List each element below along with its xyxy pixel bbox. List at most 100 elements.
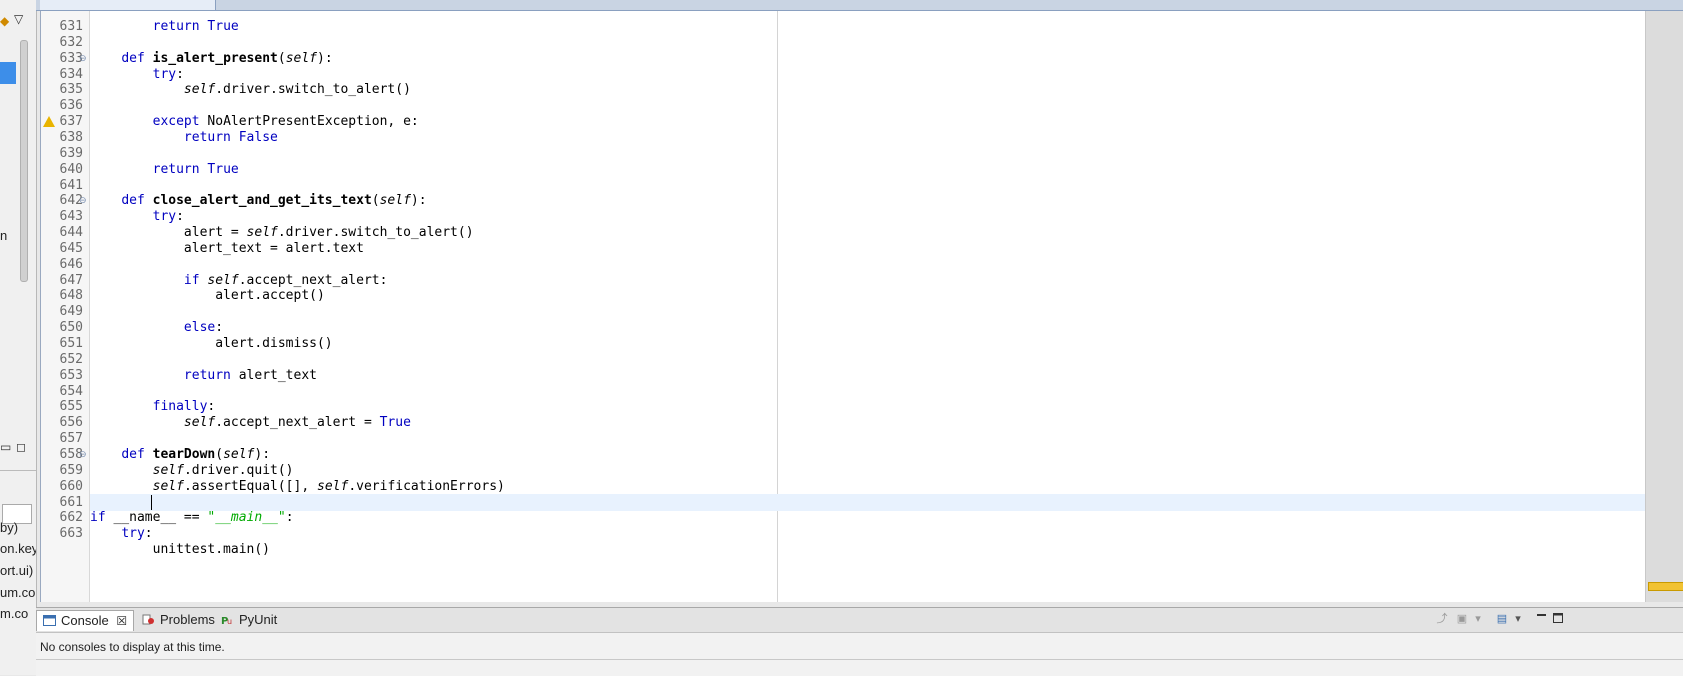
code-token: alert =: [90, 225, 247, 241]
maximize-icon[interactable]: [1552, 612, 1564, 624]
warning-icon[interactable]: [43, 116, 55, 128]
fold-toggle-icon[interactable]: ⊖: [79, 196, 87, 205]
code-line[interactable]: try:: [90, 208, 1645, 225]
close-icon[interactable]: ☒: [116, 614, 127, 628]
code-line[interactable]: [90, 97, 1645, 114]
code-line[interactable]: def is_alert_present(self):: [90, 50, 1645, 67]
tab-console-label: Console: [61, 613, 109, 628]
code-line[interactable]: [90, 351, 1645, 368]
tab-console[interactable]: Console ☒: [36, 610, 135, 631]
code-line[interactable]: finally:: [90, 398, 1645, 415]
tree-text-fragment: ort.ui): [0, 563, 34, 578]
code-line[interactable]: [90, 383, 1645, 400]
line-number: 632: [59, 34, 83, 50]
line-number: 649: [59, 304, 83, 320]
code-line[interactable]: alert_text = alert.text: [90, 240, 1645, 257]
code-token: if: [183, 272, 200, 288]
code-token: self: [152, 462, 184, 478]
code-line[interactable]: [90, 303, 1645, 320]
code-line[interactable]: def tearDown(self):: [90, 446, 1645, 463]
line-number: 654: [59, 383, 83, 399]
fold-toggle-icon[interactable]: ⊖: [79, 449, 87, 458]
code-token: .driver.quit(): [183, 462, 294, 478]
chevron-down-icon[interactable]: ▾: [1472, 614, 1484, 625]
console-message: No consoles to display at this time.: [40, 640, 225, 654]
console-divider: [36, 659, 1683, 660]
code-token: alert.accept(): [90, 288, 325, 304]
code-token: "__main__": [207, 510, 286, 526]
code-token: is_alert_present: [152, 50, 278, 66]
overview-ruler[interactable]: [1645, 11, 1683, 602]
display-console-icon[interactable]: ▣: [1456, 614, 1468, 625]
code-line[interactable]: alert.accept(): [90, 287, 1645, 304]
code-token: try: [152, 66, 177, 82]
code-token: unittest.main(): [90, 542, 271, 558]
code-line[interactable]: return True: [90, 18, 1645, 35]
code-editor[interactable]: 631 632 633 ⊖ 634 635 636 637 638 639 640 641 642 ⊖ 64…: [40, 11, 1683, 602]
tab-problems[interactable]: Problems: [142, 610, 215, 630]
code-line[interactable]: [90, 256, 1645, 273]
package-explorer-partial: ◆ ▽ n ▭ ◻ by) on.key ort.ui) um.co m.co: [0, 0, 37, 675]
code-line[interactable]: self.driver.switch_to_alert(): [90, 81, 1645, 98]
overview-warning-marker[interactable]: [1648, 582, 1683, 591]
selected-tree-item[interactable]: [0, 62, 16, 84]
code-line[interactable]: [90, 34, 1645, 51]
code-token: self: [379, 193, 411, 209]
pin-console-icon[interactable]: ⤴: [1436, 614, 1448, 625]
explorer-scrollbar[interactable]: [20, 40, 28, 282]
line-number: 638: [59, 129, 83, 145]
tree-text-fragment: on.key: [0, 541, 37, 556]
code-line[interactable]: try:: [90, 66, 1645, 83]
tab-pyunit[interactable]: Pu PyUnit: [221, 610, 277, 630]
line-number: 647: [59, 272, 83, 288]
code-line[interactable]: def close_alert_and_get_its_text(self):: [90, 192, 1645, 209]
line-number: 635: [59, 82, 83, 98]
line-number: 633: [59, 50, 83, 66]
line-number: 640: [59, 161, 83, 177]
code-line[interactable]: [90, 493, 1645, 511]
code-line[interactable]: return False: [90, 129, 1645, 146]
code-line[interactable]: [90, 430, 1645, 447]
code-line[interactable]: alert = self.driver.switch_to_alert(): [90, 224, 1645, 241]
chevron-down-icon[interactable]: ▾: [1512, 614, 1524, 625]
code-token: (: [215, 446, 224, 462]
view-menu-icon[interactable]: ▽: [14, 12, 23, 26]
line-number: 653: [59, 367, 83, 383]
code-token: :: [176, 66, 184, 82]
code-line[interactable]: [90, 177, 1645, 194]
minimize-icon[interactable]: [1536, 612, 1548, 624]
line-number: 648: [59, 288, 83, 304]
code-line[interactable]: try:: [90, 525, 1645, 542]
code-text-area[interactable]: return True def is_alert_present(self): …: [90, 11, 1645, 602]
line-number: 662: [59, 510, 83, 526]
code-line[interactable]: self.driver.quit(): [90, 462, 1645, 479]
minimize-icon[interactable]: ▭: [0, 440, 11, 454]
code-line[interactable]: except NoAlertPresentException, e:: [90, 113, 1645, 130]
code-line[interactable]: alert.dismiss(): [90, 335, 1645, 352]
open-console-icon[interactable]: ▤: [1496, 614, 1508, 625]
fold-toggle-icon[interactable]: ⊖: [79, 53, 87, 62]
code-line[interactable]: return True: [90, 161, 1645, 178]
code-line[interactable]: self.assertEqual([], self.verificationEr…: [90, 478, 1645, 495]
bookmark-icon[interactable]: ◆: [0, 14, 9, 28]
code-line[interactable]: if __name__ == "__main__":: [90, 509, 1645, 526]
code-line[interactable]: else:: [90, 319, 1645, 336]
code-line[interactable]: unittest.main(): [90, 541, 1645, 558]
console-icon: [43, 612, 56, 626]
code-line[interactable]: self.accept_next_alert = True: [90, 414, 1645, 431]
code-line[interactable]: if self.accept_next_alert:: [90, 272, 1645, 289]
maximize-icon[interactable]: ◻: [16, 440, 26, 454]
tree-text-fragment: m.co: [0, 606, 29, 621]
code-token: (: [277, 50, 286, 66]
code-line[interactable]: [90, 145, 1645, 162]
code-line[interactable]: return alert_text: [90, 367, 1645, 384]
code-token: ):: [410, 193, 427, 209]
editor-tab[interactable]: [40, 0, 216, 10]
console-tab-bar: Console ☒ Problems Pu PyUnit ⤴ ▣ ▾ ▤ ▾: [36, 608, 1683, 633]
